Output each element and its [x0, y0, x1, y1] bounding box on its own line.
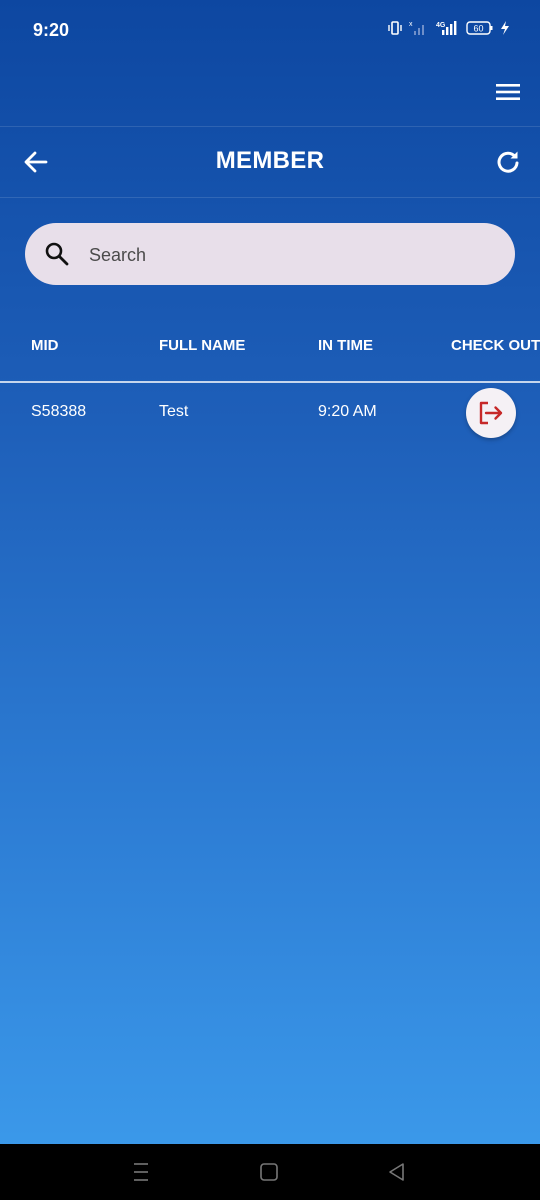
- battery-icon: 60: [466, 21, 493, 35]
- home-button[interactable]: [258, 1161, 280, 1183]
- column-header-in-time: IN TIME: [318, 337, 373, 354]
- status-time: 9:20: [33, 20, 70, 40]
- column-header-check-out: CHECK OUT: [451, 337, 540, 354]
- battery-level: 60: [473, 24, 483, 34]
- cell-full-name: Test: [159, 403, 189, 420]
- cell-mid: S58388: [31, 403, 87, 420]
- table-header-divider: [0, 381, 540, 383]
- table-header: MID FULL NAME IN TIME CHECK OUT: [0, 328, 540, 364]
- back-nav-button[interactable]: [386, 1161, 408, 1183]
- cell-in-time: 9:20 AM: [318, 403, 377, 420]
- charging-icon: [501, 21, 509, 35]
- search-input[interactable]: [87, 223, 491, 287]
- recent-apps-icon: [134, 1163, 148, 1181]
- hamburger-menu-icon: [496, 84, 520, 100]
- menu-button[interactable]: [494, 78, 522, 106]
- vibrate-icon: [388, 21, 402, 35]
- home-icon: [260, 1163, 278, 1181]
- app-bar: [0, 60, 540, 126]
- title-bar-divider: [0, 197, 540, 198]
- search-bar[interactable]: [25, 223, 515, 287]
- title-bar: MEMBER: [0, 127, 540, 197]
- logout-icon: [479, 401, 503, 425]
- checkout-button[interactable]: [466, 388, 516, 438]
- column-header-mid: MID: [31, 337, 59, 354]
- table-row: S58388 Test 9:20 AM: [0, 388, 540, 438]
- network-type: 4G: [436, 22, 446, 29]
- page-title: MEMBER: [215, 147, 325, 174]
- system-nav-bar: [0, 1144, 540, 1200]
- search-icon: [45, 242, 69, 266]
- signal-weak-icon: x: [409, 21, 424, 35]
- refresh-icon: [497, 151, 519, 173]
- recent-apps-button[interactable]: [130, 1161, 152, 1183]
- refresh-button[interactable]: [494, 148, 522, 176]
- status-icons: x 4G 60: [388, 20, 510, 36]
- status-bar: 9:20 x 4G 60: [0, 0, 540, 60]
- column-header-full-name: FULL NAME: [159, 337, 246, 354]
- triangle-back-icon: [389, 1163, 404, 1181]
- signal-strong-icon: 4G: [436, 21, 457, 35]
- svg-text:x: x: [409, 21, 413, 28]
